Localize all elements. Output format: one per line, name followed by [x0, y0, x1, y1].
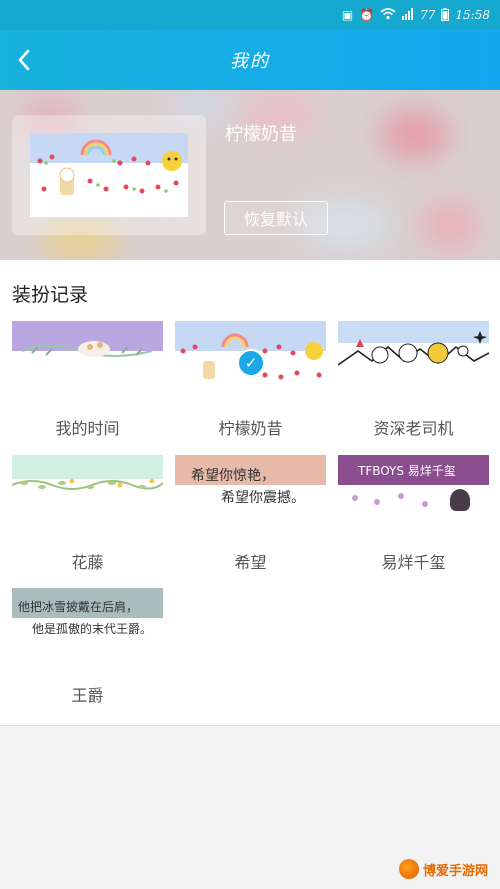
theme-thumbnail [12, 455, 163, 521]
section-title: 装扮记录 [12, 284, 89, 306]
status-time: 15:58 [455, 8, 490, 22]
thumbnail-text: TFBOYS 易烊千玺 [358, 464, 456, 478]
theme-thumbnail: ✓ [175, 321, 326, 387]
theme-thumbnail [338, 321, 489, 387]
theme-card-selected[interactable]: ✓ 柠檬奶昔 [175, 321, 326, 439]
notification-icon: ▣ [341, 8, 354, 22]
current-theme-banner: 柠檬奶昔 恢复默认 [0, 90, 500, 260]
theme-card[interactable]: 希望你惊艳， 希望你震撼。 希望 [175, 455, 326, 573]
thumbnail-text: 他是孤傲的末代王爵。 [32, 622, 153, 636]
current-theme-name: 柠檬奶昔 [225, 124, 297, 145]
thumbnail-text: 他把冰雪披戴在后肩， [18, 600, 139, 614]
theme-thumbnail: 他把冰雪披戴在后肩， 他是孤傲的末代王爵。 [12, 588, 163, 654]
battery-icon [441, 7, 450, 23]
theme-card[interactable]: 他把冰雪披戴在后肩， 他是孤傲的末代王爵。 王爵 [12, 588, 163, 706]
watermark: 博爱手游网 [398, 859, 488, 879]
theme-thumbnail: 希望你惊艳， 希望你震撼。 [175, 455, 326, 521]
thumbnail-text: 希望你震撼。 [221, 490, 305, 506]
signal-percentage: 77 [420, 8, 436, 22]
dressup-records-section: 装扮记录 我的时间 ✓ 柠檬奶昔 资深老司机 花藤 希望你惊艳， 希望你震撼。 … [0, 260, 500, 726]
theme-card[interactable]: 花藤 [12, 455, 163, 573]
avatar [450, 489, 470, 511]
theme-thumbnail: TFBOYS 易烊千玺 [338, 455, 489, 521]
theme-name: 资深老司机 [373, 419, 454, 438]
signal-icon [402, 8, 414, 22]
theme-name: 花藤 [71, 553, 104, 572]
back-button[interactable] [6, 42, 42, 78]
status-bar: ▣ ⏰ 77 15:58 [0, 0, 500, 30]
thumbnail-text: 希望你惊艳， [191, 468, 275, 484]
nav-bar: 我的 [0, 30, 500, 90]
theme-card[interactable]: TFBOYS 易烊千玺 易烊千玺 [338, 455, 489, 573]
watermark-text: 博爱手游网 [422, 863, 488, 879]
chevron-left-icon [18, 49, 30, 71]
theme-name: 我的时间 [55, 419, 120, 438]
theme-thumbnail [12, 321, 163, 387]
theme-name: 易烊千玺 [381, 553, 446, 572]
theme-card[interactable]: 资深老司机 [338, 321, 489, 439]
theme-name: 希望 [234, 553, 267, 572]
alarm-icon: ⏰ [359, 8, 375, 22]
lemon-milkshake-thumbnail [30, 133, 188, 217]
theme-card[interactable]: 我的时间 [12, 321, 163, 439]
watermark-logo-icon [398, 859, 419, 879]
current-theme-preview [12, 115, 206, 235]
restore-default-button[interactable]: 恢复默认 [224, 201, 328, 235]
theme-name: 王爵 [71, 686, 104, 705]
selected-check-icon: ✓ [237, 349, 265, 377]
page-title: 我的 [230, 51, 270, 72]
theme-name: 柠檬奶昔 [218, 419, 283, 438]
wifi-icon [380, 8, 396, 22]
